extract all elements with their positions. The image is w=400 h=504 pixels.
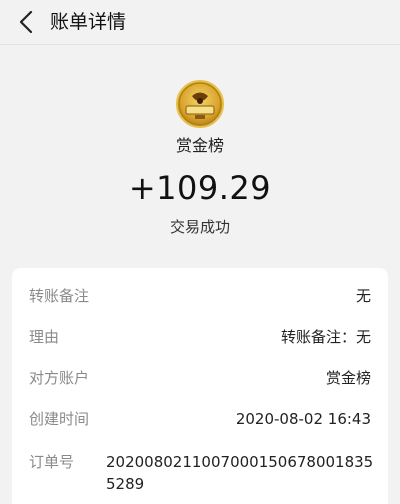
detail-label: 对方账户 — [29, 369, 90, 387]
transaction-amount: +109.29 — [128, 169, 272, 207]
merchant-logo-icon — [176, 80, 224, 128]
detail-label: 转账备注 — [29, 287, 90, 305]
detail-value: 无 — [355, 287, 371, 305]
transaction-summary: 赏金榜 +109.29 交易成功 — [0, 45, 400, 245]
detail-value: 2020-08-02 16:43 — [235, 410, 371, 428]
back-button[interactable] — [14, 9, 38, 35]
detail-label: 创建时间 — [29, 410, 90, 428]
detail-value: 赏金榜 — [325, 369, 371, 387]
page-title: 账单详情 — [50, 11, 127, 33]
transaction-status: 交易成功 — [169, 218, 230, 236]
details-card: 转账备注 无 理由 转账备注：无 对方账户 赏金榜 创建时间 2020-08-0… — [12, 268, 388, 504]
detail-label: 理由 — [29, 328, 60, 346]
merchant-name: 赏金榜 — [175, 136, 224, 155]
chevron-left-icon — [19, 11, 33, 33]
navigation-bar: 账单详情 — [0, 0, 400, 44]
order-number-value[interactable]: 20200802110070001506780018355289 — [106, 451, 380, 495]
detail-label: 订单号 — [29, 453, 75, 471]
detail-value: 转账备注：无 — [280, 328, 371, 346]
